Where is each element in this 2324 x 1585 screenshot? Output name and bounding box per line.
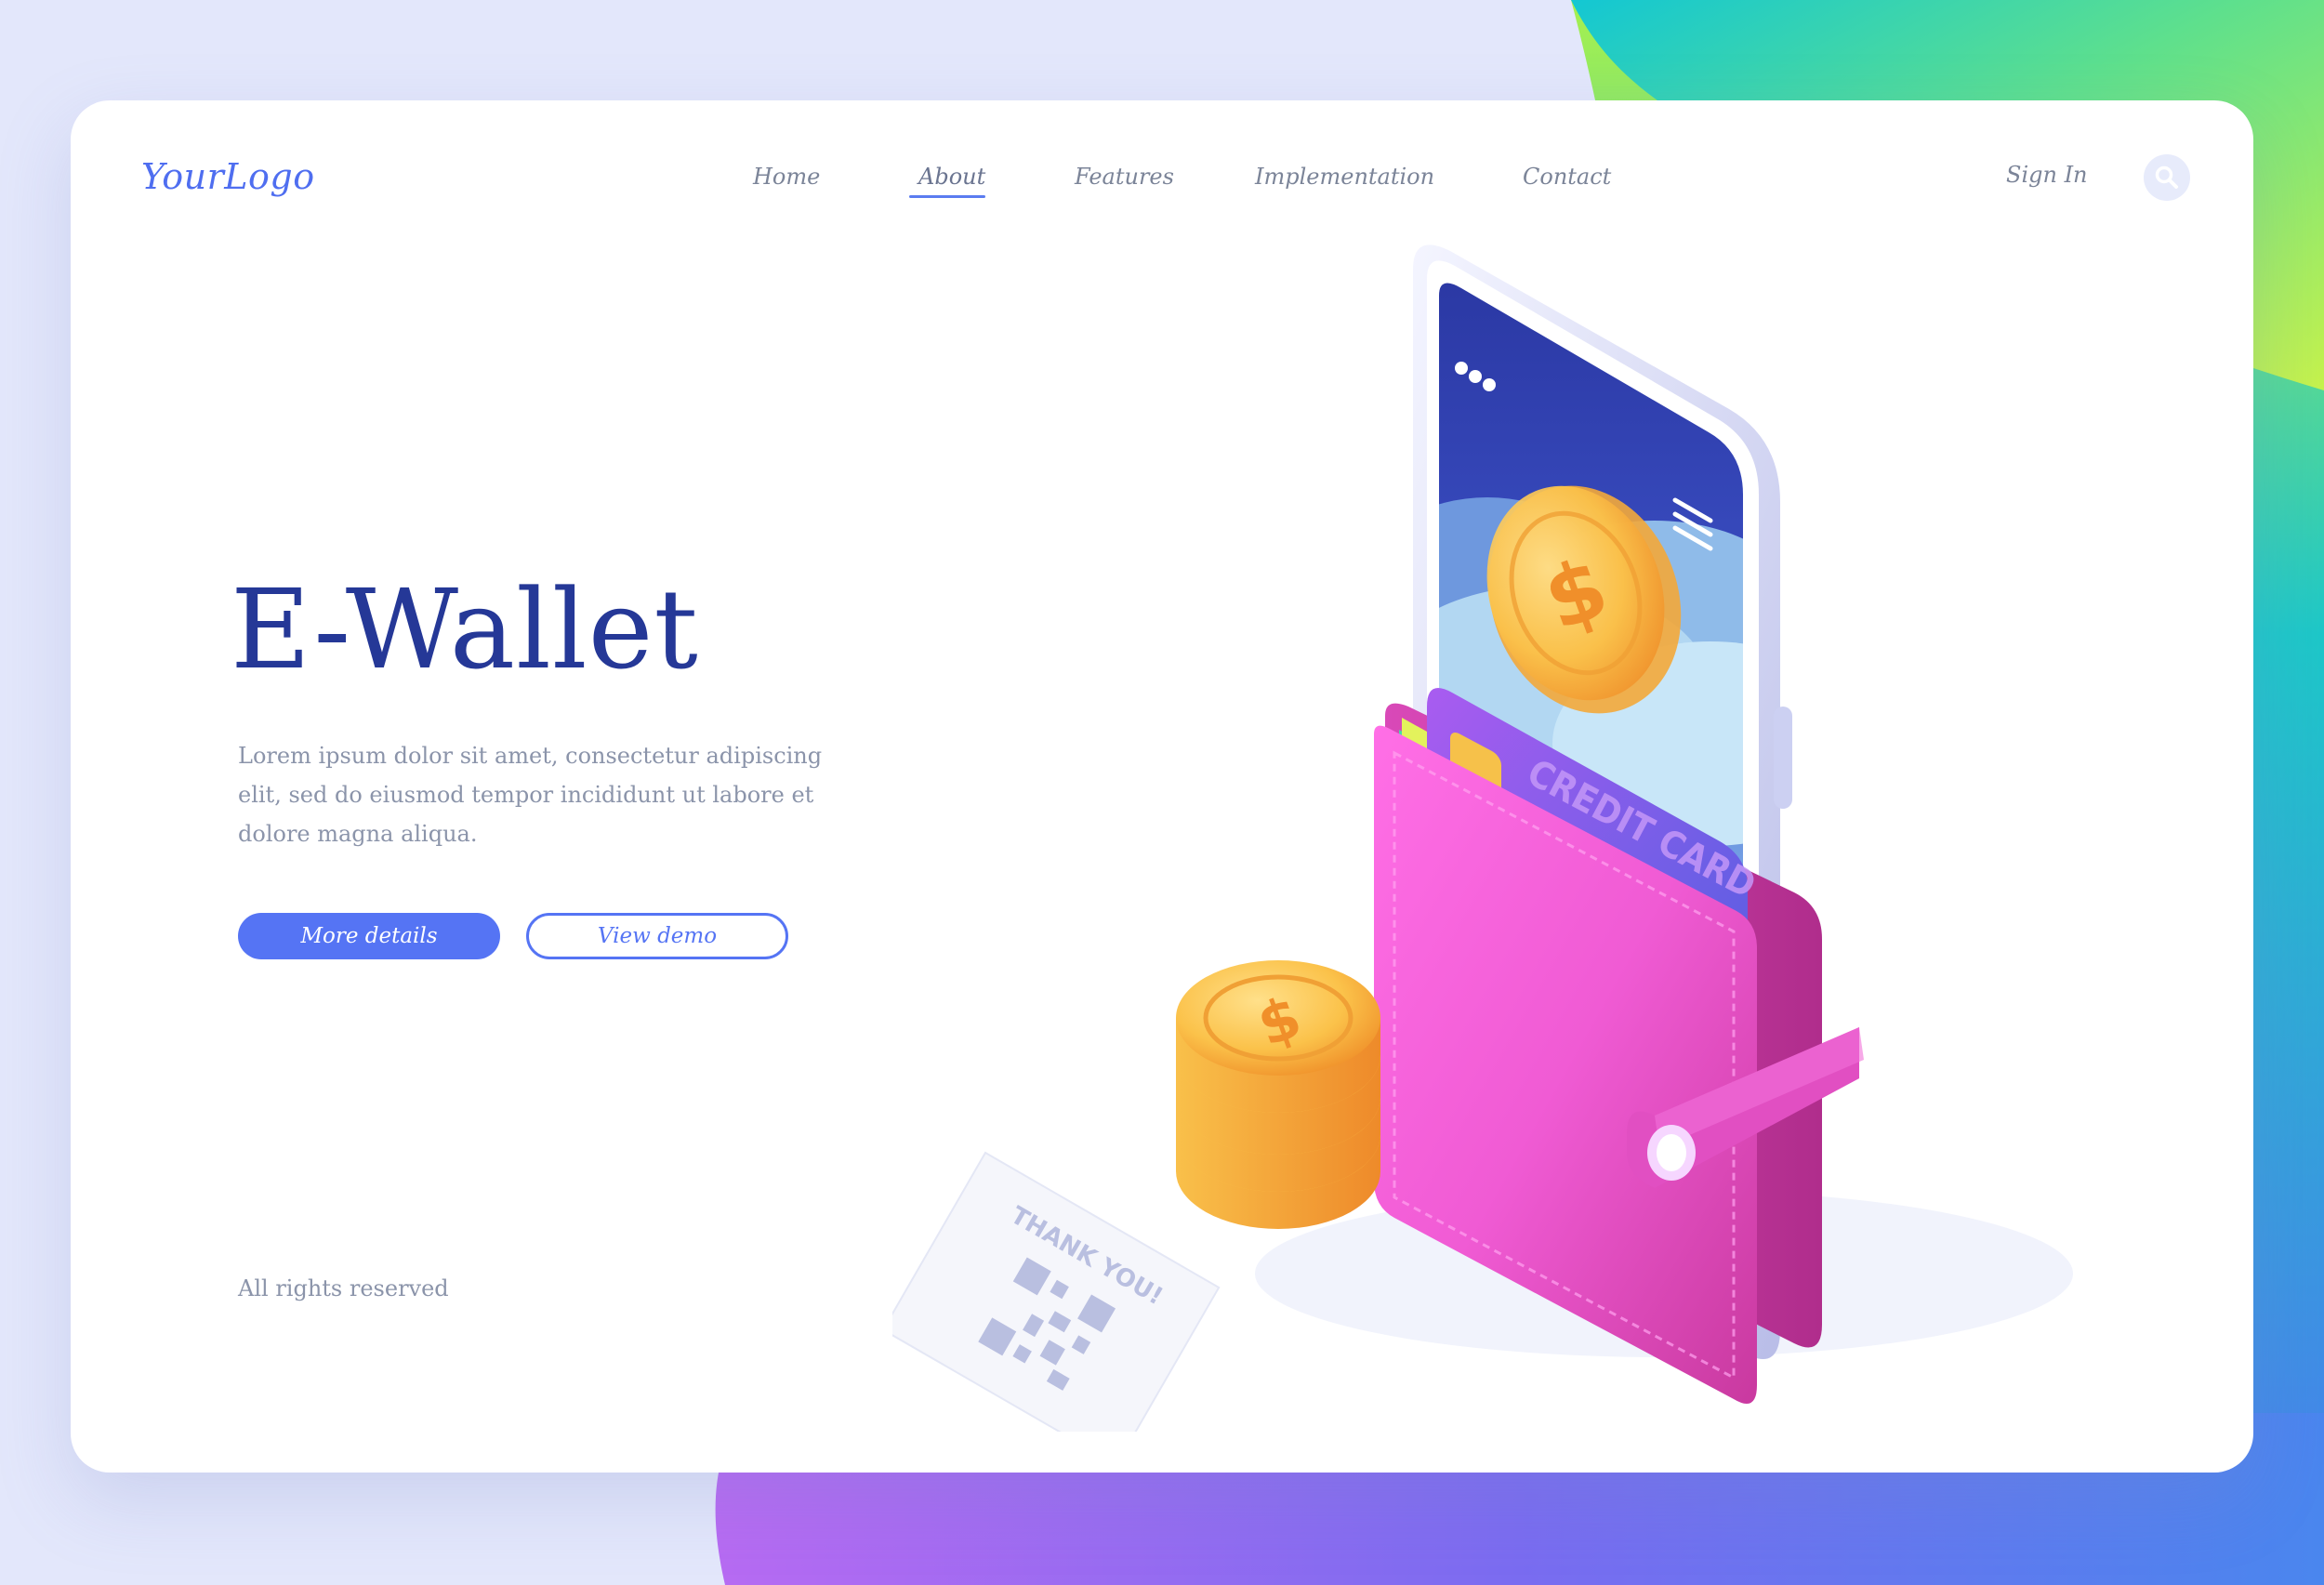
menu-dot <box>1483 378 1496 391</box>
search-button[interactable] <box>2144 154 2190 201</box>
hero-title: E-Wallet <box>231 565 699 693</box>
coin: $ <box>1176 960 1380 1113</box>
footer-copyright: All rights reserved <box>238 1275 449 1301</box>
nav-home[interactable]: Home <box>753 164 820 190</box>
view-demo-button[interactable]: View demo <box>526 913 788 959</box>
e-wallet-illustration: THANK YOU! $ CREDIT CARD $ <box>892 244 2073 1432</box>
menu-dot <box>1469 370 1482 383</box>
side-button <box>1774 707 1792 809</box>
hero-description: Lorem ipsum dolor sit amet, consectetur … <box>238 743 823 847</box>
search-icon <box>2155 165 2178 189</box>
receipt: THANK YOU! <box>892 1151 1221 1432</box>
more-details-button[interactable]: More details <box>238 913 500 959</box>
coin-stack: $ <box>1176 960 1380 1229</box>
menu-dot <box>1455 362 1468 375</box>
brand-logo[interactable]: YourLogo <box>141 156 315 197</box>
